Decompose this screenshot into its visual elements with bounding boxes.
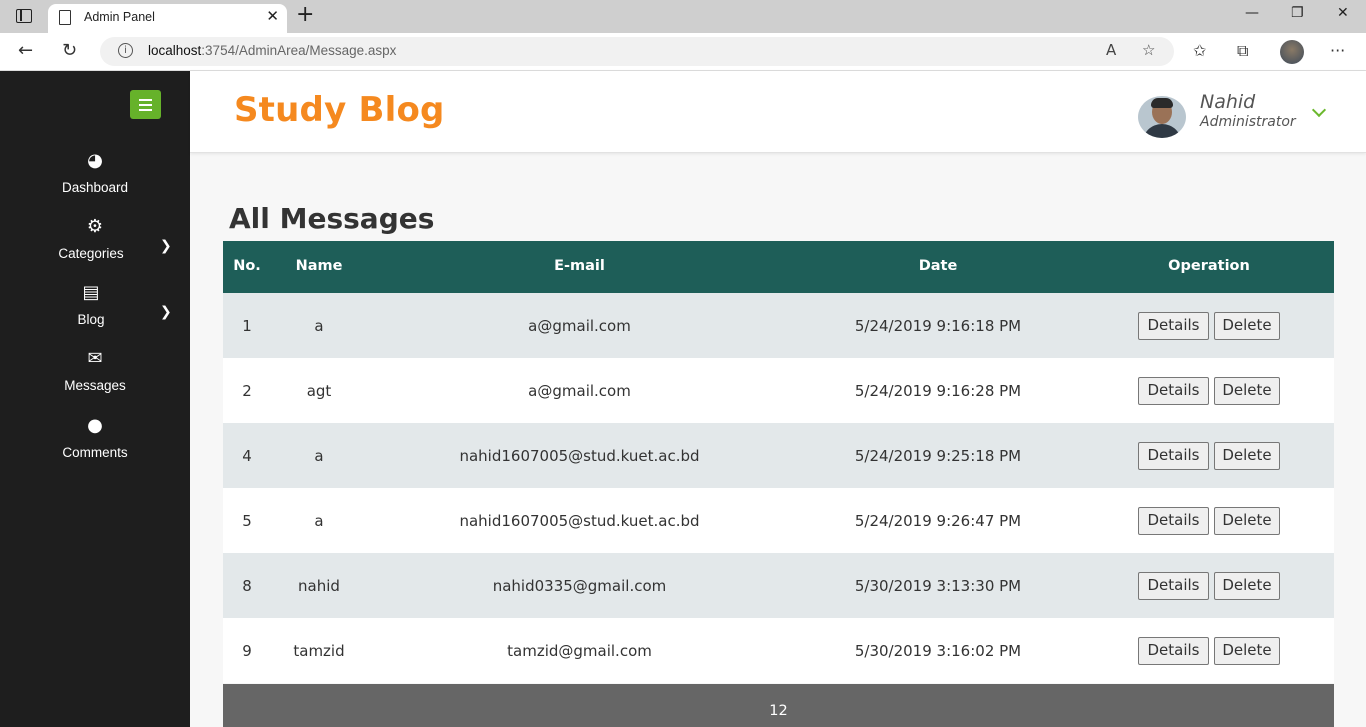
table-row: 5 a nahid1607005@stud.kuet.ac.bd 5/24/20… (223, 488, 1334, 553)
messages-table: No. Name E-mail Date Operation 1 a a@gma… (223, 241, 1334, 683)
sidebar: ◕ Dashboard ⚙ Categories ❯ ▤ Blog ❯ ✉ Me… (0, 71, 190, 727)
cogs-icon: ⚙ (86, 216, 104, 237)
chevron-right-icon: ❯ (160, 304, 172, 320)
details-button[interactable]: Details (1138, 507, 1209, 535)
cell-no: 4 (242, 447, 252, 465)
tab-title: Admin Panel (84, 10, 155, 24)
envelope-icon: ✉ (87, 348, 103, 369)
cell-email: tamzid@gmail.com (507, 642, 652, 660)
restore-icon[interactable]: ❐ (1291, 5, 1304, 21)
favorites-icon[interactable]: ✩ (1193, 41, 1206, 60)
sidebar-item-dashboard[interactable]: ◕ Dashboard (0, 150, 190, 210)
cell-date: 5/30/2019 3:16:02 PM (854, 642, 1022, 660)
cell-date: 5/24/2019 9:16:28 PM (854, 382, 1022, 400)
cell-no: 2 (242, 382, 252, 400)
delete-button[interactable]: Delete (1214, 637, 1280, 665)
cell-date: 5/24/2019 9:16:18 PM (854, 317, 1022, 335)
sidebar-item-comments[interactable]: ● Comments (0, 415, 190, 475)
details-button[interactable]: Details (1138, 312, 1209, 340)
cell-name: a (314, 512, 324, 530)
close-window-icon[interactable]: ✕ (1337, 5, 1349, 21)
table-row: 8 nahid nahid0335@gmail.com 5/30/2019 3:… (223, 553, 1334, 618)
browser-profile-avatar[interactable] (1280, 40, 1304, 64)
read-aloud-icon[interactable]: A (1106, 41, 1116, 59)
sidebar-item-label: Dashboard (61, 180, 129, 195)
minimize-icon[interactable]: — (1245, 5, 1259, 21)
cell-name: a (314, 317, 324, 335)
cell-name: nahid (298, 577, 340, 595)
comments-icon: ● (87, 415, 103, 436)
cell-date: 5/24/2019 9:26:47 PM (854, 512, 1022, 530)
table-header: No. Name E-mail Date Operation (223, 241, 1334, 293)
column-header-operation: Operation (1168, 258, 1250, 274)
column-header-email: E-mail (554, 258, 605, 274)
column-header-no: No. (233, 258, 261, 274)
sidebar-item-messages[interactable]: ✉ Messages (0, 348, 190, 408)
sidebar-item-label: Messages (64, 378, 126, 393)
reload-icon[interactable]: ↻ (62, 40, 77, 61)
delete-button[interactable]: Delete (1214, 507, 1280, 535)
sidebar-item-label: Comments (62, 445, 128, 460)
page-title: All Messages (229, 202, 435, 235)
delete-button[interactable]: Delete (1214, 377, 1280, 405)
pager-numbers[interactable]: 12 (223, 703, 1334, 719)
dashboard-icon: ◕ (87, 150, 103, 171)
sidebar-item-label: Blog (77, 312, 105, 327)
address-bar: ← ↻ i localhost:3754/AdminArea/Message.a… (0, 33, 1366, 71)
url-field[interactable]: i localhost:3754/AdminArea/Message.aspx … (100, 37, 1174, 66)
new-tab-icon[interactable]: + (296, 3, 314, 27)
add-favorite-icon[interactable]: ☆ (1142, 41, 1155, 59)
table-pager: 12 (223, 684, 1334, 727)
details-button[interactable]: Details (1138, 442, 1209, 470)
column-header-date: Date (918, 258, 958, 274)
cell-date: 5/30/2019 3:13:30 PM (854, 577, 1022, 595)
cell-date: 5/24/2019 9:25:18 PM (854, 447, 1022, 465)
menu-toggle-button[interactable] (130, 90, 161, 119)
browser-tab-bar: Admin Panel ✕ + — ❐ ✕ (0, 0, 1366, 33)
cell-name: agt (306, 382, 332, 400)
cell-name: tamzid (293, 642, 345, 660)
cell-no: 5 (242, 512, 252, 530)
chevron-right-icon: ❯ (160, 238, 172, 254)
table-row: 1 a a@gmail.com 5/24/2019 9:16:18 PM Det… (223, 293, 1334, 358)
cell-email: a@gmail.com (528, 317, 631, 335)
top-header: Study Blog Nahid Administrator (190, 71, 1366, 153)
cell-no: 8 (242, 577, 252, 595)
table-row: 9 tamzid tamzid@gmail.com 5/30/2019 3:16… (223, 618, 1334, 683)
browser-tab[interactable]: Admin Panel ✕ (48, 4, 287, 33)
more-options-icon[interactable]: ··· (1330, 41, 1345, 60)
sidebar-item-categories[interactable]: ⚙ Categories ❯ (0, 216, 190, 276)
cell-no: 1 (242, 317, 252, 335)
tab-actions-icon[interactable] (16, 9, 32, 23)
user-role: Administrator (1200, 114, 1296, 130)
brand-title[interactable]: Study Blog (234, 90, 445, 130)
column-header-name: Name (295, 258, 343, 274)
user-name: Nahid (1200, 91, 1256, 113)
cell-name: a (314, 447, 324, 465)
cell-email: a@gmail.com (528, 382, 631, 400)
back-icon[interactable]: ← (18, 40, 33, 61)
cell-email: nahid1607005@stud.kuet.ac.bd (459, 512, 700, 530)
site-info-icon[interactable]: i (118, 43, 133, 58)
book-icon: ▤ (82, 282, 100, 303)
delete-button[interactable]: Delete (1214, 312, 1280, 340)
table-row: 4 a nahid1607005@stud.kuet.ac.bd 5/24/20… (223, 423, 1334, 488)
cell-no: 9 (242, 642, 252, 660)
url-text: localhost:3754/AdminArea/Message.aspx (148, 43, 397, 58)
collections-icon[interactable]: ⧉ (1237, 41, 1248, 61)
page-favicon-icon (59, 10, 71, 25)
cell-email: nahid0335@gmail.com (492, 577, 667, 595)
user-avatar[interactable] (1138, 96, 1186, 138)
close-tab-icon[interactable]: ✕ (266, 7, 279, 25)
details-button[interactable]: Details (1138, 377, 1209, 405)
sidebar-item-label: Categories (58, 246, 124, 261)
details-button[interactable]: Details (1138, 637, 1209, 665)
delete-button[interactable]: Delete (1214, 442, 1280, 470)
cell-email: nahid1607005@stud.kuet.ac.bd (459, 447, 700, 465)
chevron-down-icon[interactable] (1311, 102, 1327, 118)
delete-button[interactable]: Delete (1214, 572, 1280, 600)
table-row: 2 agt a@gmail.com 5/24/2019 9:16:28 PM D… (223, 358, 1334, 423)
sidebar-item-blog[interactable]: ▤ Blog ❯ (0, 282, 190, 342)
details-button[interactable]: Details (1138, 572, 1209, 600)
